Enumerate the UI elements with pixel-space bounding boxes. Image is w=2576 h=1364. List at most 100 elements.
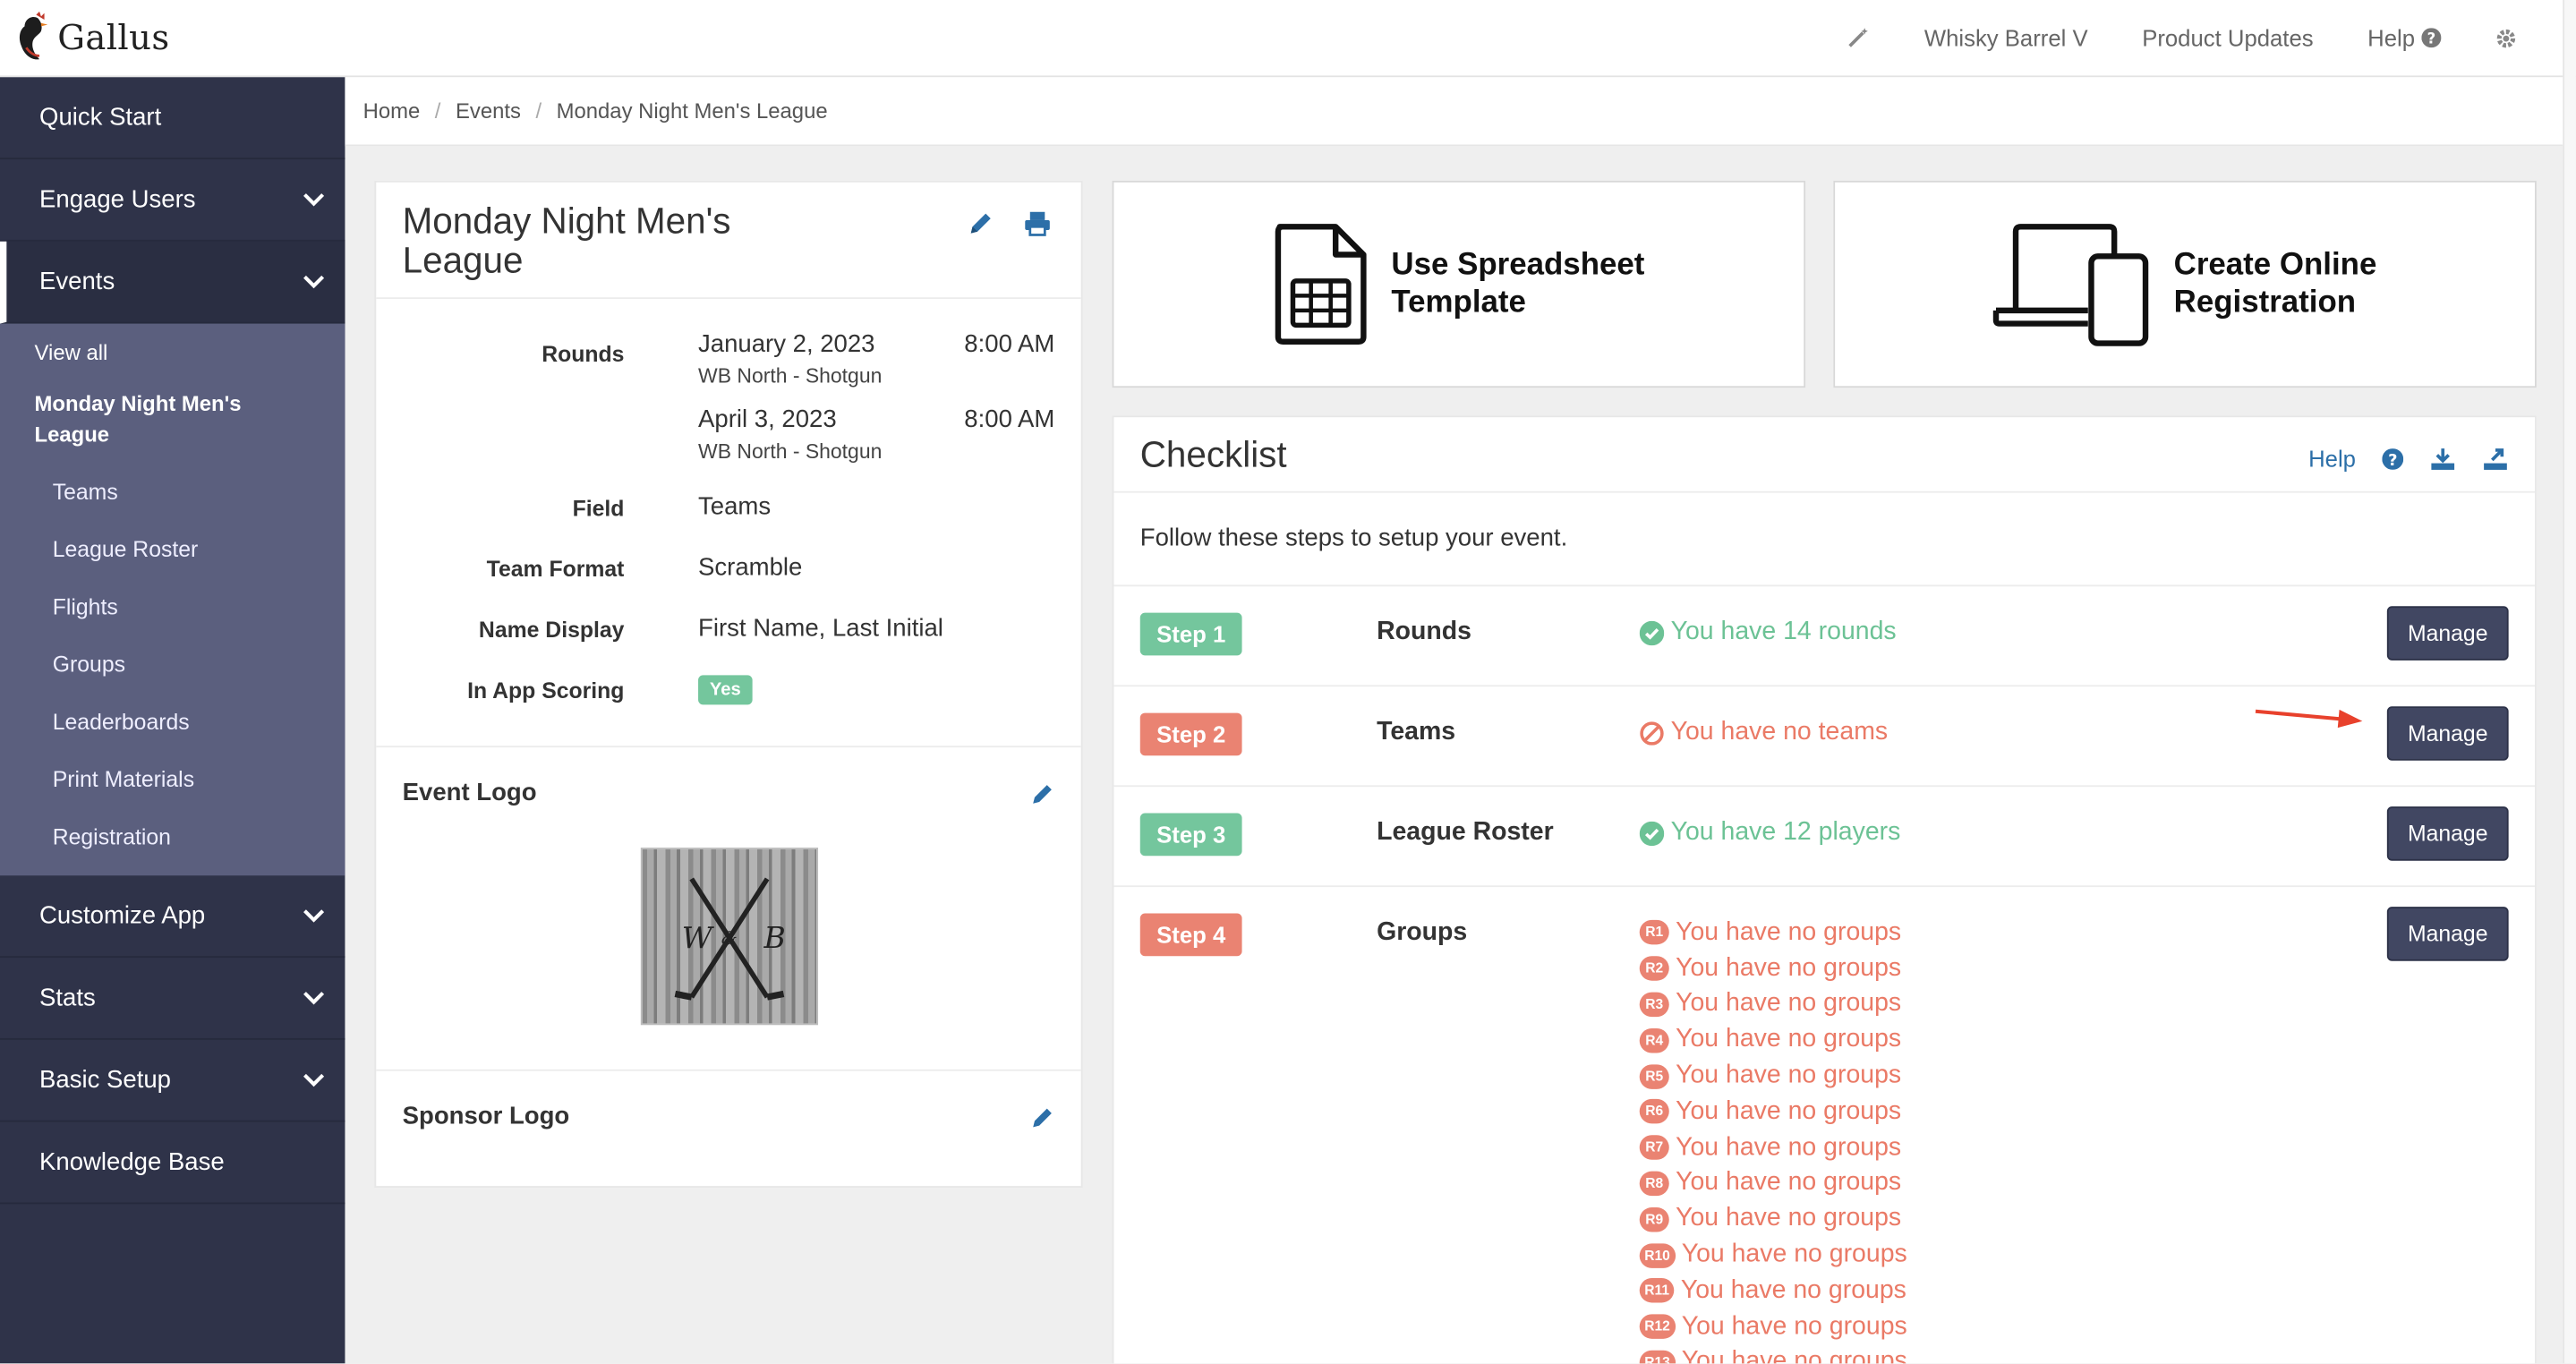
sidebar-subitem-groups[interactable]: Groups [0, 635, 345, 693]
spreadsheet-file-icon [1275, 224, 1367, 345]
breadcrumb-separator: / [434, 98, 441, 124]
group-status-text: You have no groups [1681, 1311, 1907, 1341]
chevron-down-icon [303, 275, 325, 289]
sidebar-item-label: Knowledge Base [39, 1147, 225, 1177]
edit-sponsor-logo-icon[interactable] [1030, 1105, 1055, 1130]
svg-text:?: ? [2388, 450, 2397, 469]
sidebar-item-engage-users[interactable]: Engage Users [0, 159, 345, 242]
breadcrumb: Home / Events / Monday Night Men's Leagu… [345, 77, 2563, 147]
sidebar-subitem-leaderboards[interactable]: Leaderboards [0, 694, 345, 751]
group-status-item: R7 You have no groups [1639, 1130, 1907, 1165]
sidebar-subitem-flights[interactable]: Flights [0, 578, 345, 635]
round-2-time: 8:00 AM [964, 405, 1055, 434]
manage-league-roster-button[interactable]: Manage [2386, 806, 2509, 861]
round-badge: R12 [1639, 1314, 1676, 1340]
edit-event-logo-icon[interactable] [1030, 782, 1055, 807]
use-spreadsheet-template-label: Use Spreadsheet Template [1391, 246, 1644, 321]
step-badge: Step 2 [1139, 712, 1242, 756]
use-spreadsheet-template-card[interactable]: Use Spreadsheet Template [1112, 180, 1806, 388]
round-badge: R4 [1639, 1027, 1669, 1053]
team-format-label: Team Format [486, 557, 625, 582]
checklist-tools: Help ? [2308, 445, 2509, 472]
sidebar-subitem-current-event[interactable]: Monday Night Men's League [0, 374, 345, 463]
edit-pencil-icon[interactable] [968, 210, 994, 236]
rounds-label: Rounds [542, 341, 625, 367]
sidebar-item-label: Stats [39, 984, 96, 1012]
group-status-item: R13 You have no groups [1639, 1344, 1907, 1364]
group-status-text: You have no groups [1680, 1275, 1906, 1305]
round-1-time: 8:00 AM [964, 329, 1055, 359]
round-2-date: April 3, 2023 [698, 405, 837, 434]
sidebar-item-knowledge-base[interactable]: Knowledge Base [0, 1122, 345, 1205]
question-circle-icon[interactable]: ? [2382, 448, 2404, 470]
import-icon[interactable] [2430, 446, 2456, 471]
golf-clubs-logo-icon: W & B [674, 877, 786, 1001]
sidebar-subitem-registration[interactable]: Registration [0, 808, 345, 865]
sidebar-item-label: Basic Setup [39, 1066, 171, 1095]
in-app-scoring-label: In App Scoring [467, 678, 625, 703]
sidebar-subitem-print-materials[interactable]: Print Materials [0, 751, 345, 808]
sidebar-item-basic-setup[interactable]: Basic Setup [0, 1040, 345, 1122]
checklist-help-link[interactable]: Help [2308, 445, 2356, 471]
export-icon[interactable] [2482, 446, 2508, 471]
divider [1113, 490, 2536, 493]
step-status: You have no teams [1640, 718, 1888, 747]
svg-text:B: B [763, 920, 785, 955]
chevron-down-icon [303, 193, 325, 207]
field-label: Field [572, 496, 625, 521]
group-status-item: R4 You have no groups [1639, 1022, 1907, 1058]
breadcrumb-current: Monday Night Men's League [556, 98, 828, 124]
svg-text:W: W [682, 920, 715, 955]
sidebar-item-stats[interactable]: Stats [0, 958, 345, 1040]
breadcrumb-home[interactable]: Home [363, 98, 421, 124]
ban-icon [1640, 720, 1664, 745]
group-status-item: R2 You have no groups [1639, 951, 1907, 986]
breadcrumb-events[interactable]: Events [456, 98, 521, 124]
step-status-text: You have 14 rounds [1670, 618, 1897, 646]
brand-name: Gallus [57, 18, 170, 58]
svg-text:&: & [721, 927, 738, 949]
label-line: Create Online [2173, 248, 2377, 283]
checklist-description: Follow these steps to setup your event. [1139, 524, 1568, 552]
top-bar: Gallus Whisky Barrel V Product Updates H… [0, 0, 2576, 78]
svg-text:?: ? [2427, 30, 2436, 47]
round-badge: R2 [1639, 956, 1669, 982]
brand[interactable]: Gallus [15, 11, 170, 64]
org-switcher[interactable]: Whisky Barrel V [1924, 25, 2088, 51]
magic-wand-icon [1848, 28, 1869, 47]
print-icon[interactable] [1023, 210, 1051, 236]
checklist-row-league-roster: Step 3 League Roster You have 12 players… [1113, 785, 2536, 885]
round-badge: R11 [1639, 1278, 1675, 1304]
gear-icon [2496, 28, 2516, 47]
round-badge: R5 [1639, 1063, 1669, 1089]
group-status-text: You have no groups [1676, 1132, 1902, 1162]
sidebar-item-customize-app[interactable]: Customize App [0, 875, 345, 959]
help-link[interactable]: Help ? [2367, 25, 2442, 51]
round-badge: R8 [1639, 1171, 1669, 1197]
groups-status-list: R1 You have no groups R2 You have no group… [1639, 915, 1907, 1364]
group-status-item: R6 You have no groups [1639, 1094, 1907, 1130]
breadcrumb-separator: / [535, 98, 542, 124]
manage-groups-button[interactable]: Manage [2386, 907, 2509, 961]
create-online-registration-card[interactable]: Create Online Registration [1833, 180, 2537, 388]
sidebar-subitem-view-all[interactable]: View all [0, 330, 345, 375]
settings-button[interactable] [2495, 27, 2517, 48]
sidebar-item-events[interactable]: Events [0, 241, 345, 324]
round-badge: R10 [1639, 1242, 1676, 1268]
sidebar-subitem-league-roster[interactable]: League Roster [0, 521, 345, 578]
devices-icon [1993, 224, 2149, 346]
manage-teams-button[interactable]: Manage [2386, 706, 2509, 761]
magic-wand-button[interactable] [1847, 26, 1871, 49]
top-nav: Whisky Barrel V Product Updates Help ? [1793, 0, 2517, 75]
field-value: Teams [698, 492, 772, 521]
group-status-text: You have no groups [1676, 1096, 1902, 1126]
group-status-text: You have no groups [1676, 989, 1902, 1019]
sidebar-subitem-teams[interactable]: Teams [0, 464, 345, 521]
product-updates-link[interactable]: Product Updates [2142, 25, 2313, 51]
step-status-text: You have 12 players [1670, 818, 1901, 847]
manage-rounds-button[interactable]: Manage [2386, 606, 2509, 661]
group-status-text: You have no groups [1676, 1025, 1902, 1054]
sidebar-item-quick-start[interactable]: Quick Start [0, 77, 345, 160]
in-app-scoring-badge: Yes [698, 675, 753, 705]
step-badge: Step 4 [1139, 913, 1242, 957]
